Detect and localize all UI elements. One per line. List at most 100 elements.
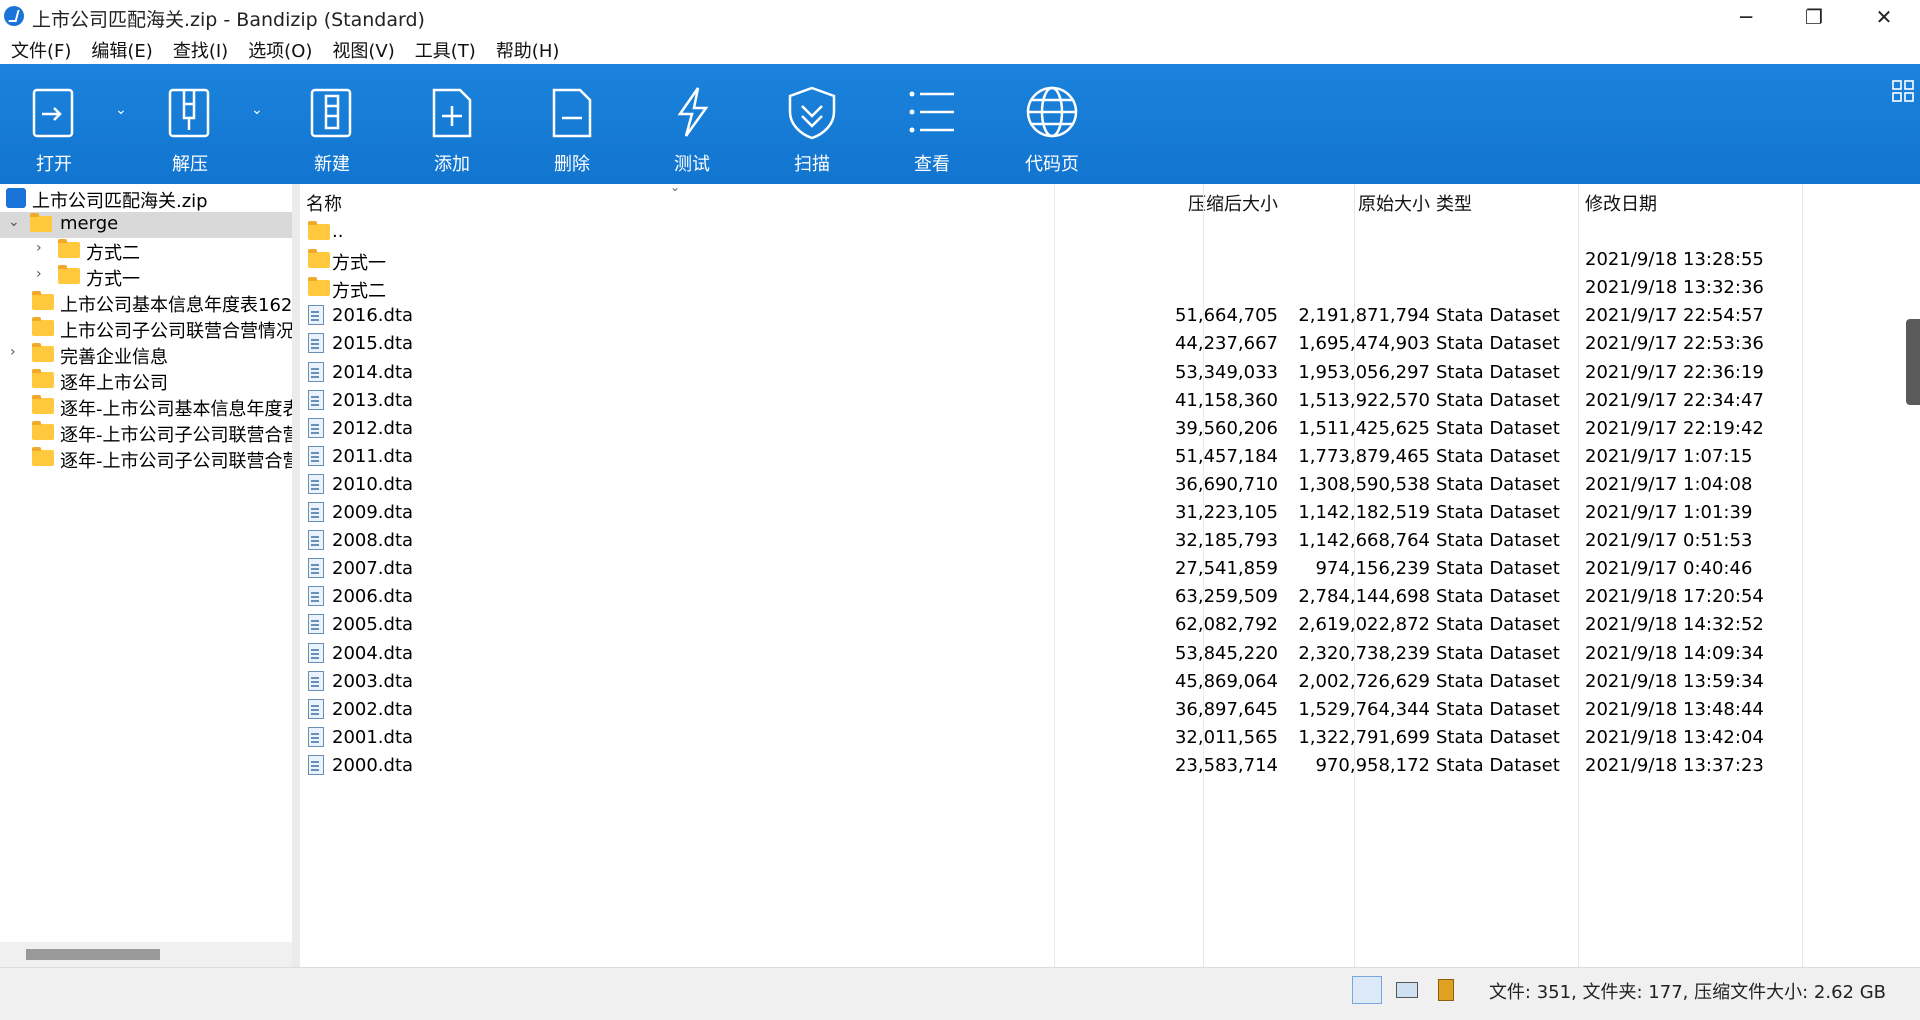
expanded-chevron-icon[interactable]: ⌄ — [8, 214, 20, 230]
open-button[interactable]: 打开 — [18, 64, 90, 184]
column-header-packed[interactable]: 压缩后大小 — [1108, 190, 1278, 216]
extract-dropdown-icon[interactable]: ⌄ — [251, 102, 263, 118]
table-row[interactable]: 2010.dta 36,690,710 1,308,590,538 Stata Dat… — [300, 471, 1902, 499]
table-row[interactable]: 2016.dta 51,664,705 2,191,871,794 Stata Dat… — [300, 302, 1902, 330]
menu-file[interactable]: 文件(F) — [0, 35, 80, 64]
archive-info-icon[interactable] — [1432, 976, 1460, 1002]
cell-original-size: 1,142,668,764 — [1298, 530, 1430, 552]
table-row[interactable]: .. — [300, 218, 1902, 246]
thumbnail-view-icon[interactable] — [1392, 976, 1420, 1002]
collapsed-chevron-icon[interactable]: › — [36, 266, 42, 282]
stata-file-icon — [308, 614, 324, 635]
tree-item-yearly-subsidiary-2[interactable]: 逐年-上市公司子公司联营合营 — [0, 446, 292, 472]
tree-item-label: 逐年-上市公司子公司联营合营 — [60, 425, 292, 446]
tree-item-yearly-basic-info[interactable]: 逐年-上市公司基本信息年度表 — [0, 394, 292, 420]
close-button[interactable]: ✕ — [1850, 0, 1918, 34]
tree-item-label: 逐年上市公司 — [60, 373, 168, 394]
table-row[interactable]: 2002.dta 36,897,645 1,529,764,344 Stata Dat… — [300, 696, 1902, 724]
delete-button[interactable]: 删除 — [536, 64, 608, 184]
menu-find[interactable]: 查找(I) — [162, 35, 237, 64]
folder-icon — [32, 447, 54, 466]
column-header-original[interactable]: 原始大小 — [1300, 190, 1430, 216]
tree-item-fangshi1[interactable]: › 方式一 — [0, 264, 292, 290]
table-row[interactable]: 2005.dta 62,082,792 2,619,022,872 Stata Dat… — [300, 611, 1902, 639]
cell-modified: 2021/9/18 14:32:52 — [1585, 614, 1764, 636]
tree-item-label: 上市公司基本信息年度表162 — [60, 295, 292, 316]
menu-view[interactable]: 视图(V) — [321, 35, 403, 64]
tree-item-enterprise-info[interactable]: › 完善企业信息 — [0, 342, 292, 368]
table-row[interactable]: 2001.dta 32,011,565 1,322,791,699 Stata Dat… — [300, 724, 1902, 752]
cell-name: 2016.dta — [332, 305, 414, 327]
tree-item-fangshi2[interactable]: › 方式二 — [0, 238, 292, 264]
menu-help[interactable]: 帮助(H) — [485, 35, 569, 64]
tree-item-merge[interactable]: ⌄ merge — [0, 212, 292, 238]
folder-icon — [32, 395, 54, 414]
tree-item-basic-info[interactable]: 上市公司基本信息年度表162 — [0, 290, 292, 316]
menu-tools[interactable]: 工具(T) — [404, 35, 485, 64]
new-label: 新建 — [314, 154, 350, 175]
cell-modified: 2021/9/17 0:40:46 — [1585, 558, 1753, 580]
open-dropdown-icon[interactable]: ⌄ — [115, 102, 127, 118]
minimize-button[interactable]: ─ — [1712, 0, 1780, 34]
add-button[interactable]: 添加 — [416, 64, 488, 184]
table-row[interactable]: 2003.dta 45,869,064 2,002,726,629 Stata Dat… — [300, 668, 1902, 696]
table-row[interactable]: 方式一 2021/9/18 13:28:55 — [300, 246, 1902, 274]
tree-scrollbar-thumb[interactable] — [26, 949, 160, 960]
table-row[interactable]: 2008.dta 32,185,793 1,142,668,764 Stata Dat… — [300, 527, 1902, 555]
table-row[interactable]: 2015.dta 44,237,667 1,695,474,903 Stata Dat… — [300, 330, 1902, 358]
extract-icon — [168, 88, 210, 138]
stata-file-icon — [308, 726, 324, 747]
table-row[interactable]: 2009.dta 31,223,105 1,142,182,519 Stata Dat… — [300, 499, 1902, 527]
tree-horizontal-scrollbar[interactable] — [0, 942, 292, 967]
list-header: 名称 ⌄ 压缩后大小 原始大小 类型 修改日期 — [300, 184, 1902, 218]
column-header-type[interactable]: 类型 — [1436, 190, 1472, 216]
collapsed-chevron-icon[interactable]: › — [36, 240, 42, 256]
table-row[interactable]: 方式二 2021/9/18 13:32:36 — [300, 274, 1902, 302]
list-view-icon — [909, 91, 954, 133]
test-button[interactable]: 测试 — [656, 64, 728, 184]
table-row[interactable]: 2011.dta 51,457,184 1,773,879,465 Stata Dat… — [300, 443, 1902, 471]
table-row[interactable]: 2013.dta 41,158,360 1,513,922,570 Stata Dat… — [300, 387, 1902, 415]
cell-modified: 2021/9/17 1:01:39 — [1585, 502, 1753, 523]
cell-modified: 2021/9/17 1:04:08 — [1585, 473, 1753, 495]
cell-type: Stata Dataset — [1436, 502, 1560, 523]
layout-toggle-icon[interactable] — [1892, 80, 1914, 102]
cell-modified: 2021/9/17 22:36:19 — [1585, 361, 1764, 383]
collapsed-chevron-icon[interactable]: › — [10, 344, 16, 360]
menu-edit[interactable]: 编辑(E) — [80, 35, 161, 64]
menu-options[interactable]: 选项(O) — [237, 35, 321, 64]
table-row[interactable]: 2004.dta 53,845,220 2,320,738,239 Stata Dat… — [300, 640, 1902, 668]
cell-original-size: 1,529,764,344 — [1298, 698, 1430, 720]
pane-splitter[interactable] — [292, 184, 300, 967]
table-row[interactable]: 2014.dta 53,349,033 1,953,056,297 Stata Dat… — [300, 359, 1902, 387]
open-icon — [32, 88, 74, 138]
new-button[interactable]: 新建 — [296, 64, 368, 184]
table-row[interactable]: 2000.dta 23,583,714 970,958,172 Stata Datas… — [300, 752, 1902, 780]
column-header-modified[interactable]: 修改日期 — [1585, 190, 1657, 216]
stata-file-icon — [308, 389, 324, 410]
maximize-button[interactable]: ❐ — [1780, 0, 1848, 34]
add-label: 添加 — [434, 154, 470, 175]
tree-item-yearly-subsidiary-1[interactable]: 逐年-上市公司子公司联营合营 — [0, 420, 292, 446]
table-row[interactable]: 2006.dta 63,259,509 2,784,144,698 Stata Dat… — [300, 583, 1902, 611]
folder-icon — [308, 277, 330, 297]
extract-button[interactable]: 解压 — [154, 64, 226, 184]
column-header-name[interactable]: 名称 — [306, 190, 342, 216]
view-button[interactable]: 查看 — [896, 64, 968, 184]
tree-root[interactable]: 上市公司匹配海关.zip — [0, 186, 292, 212]
stata-file-icon — [308, 473, 324, 494]
cell-name: 2001.dta — [332, 726, 414, 748]
stata-file-icon — [308, 530, 324, 551]
details-view-icon[interactable] — [1352, 976, 1382, 1004]
table-row[interactable]: 2007.dta 27,541,859 974,156,239 Stata Datas… — [300, 555, 1902, 583]
table-row[interactable]: 2012.dta 39,560,206 1,511,425,625 Stata Dat… — [300, 415, 1902, 443]
shield-icon — [788, 86, 836, 140]
scan-button[interactable]: 扫描 — [776, 64, 848, 184]
tree-item-subsidiary[interactable]: 上市公司子公司联营合营情况 — [0, 316, 292, 342]
cell-modified: 2021/9/17 0:51:53 — [1585, 530, 1753, 552]
tree-item-yearly-listed[interactable]: 逐年上市公司 — [0, 368, 292, 394]
codepage-button[interactable]: 代码页 — [1016, 64, 1088, 184]
codepage-label: 代码页 — [1025, 154, 1079, 175]
list-scrollbar-thumb[interactable] — [1906, 319, 1920, 405]
list-vertical-scrollbar[interactable] — [1902, 184, 1920, 967]
